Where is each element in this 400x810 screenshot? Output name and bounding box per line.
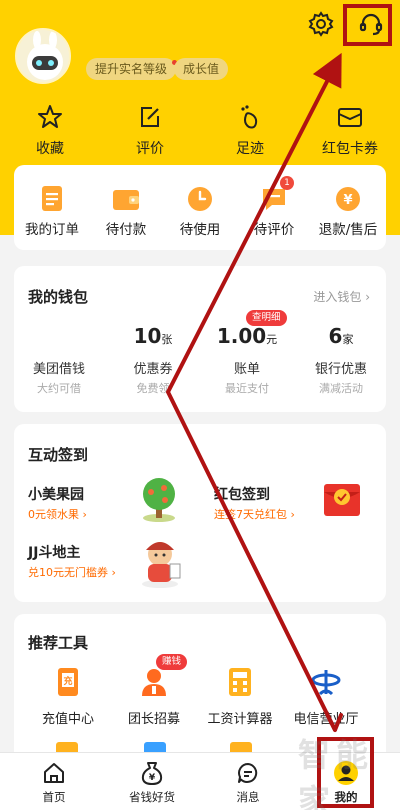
annotation-arrows: [166, 52, 343, 732]
annotation-arrow-tail: [326, 713, 343, 732]
annotation-arrow-path: [166, 52, 342, 731]
